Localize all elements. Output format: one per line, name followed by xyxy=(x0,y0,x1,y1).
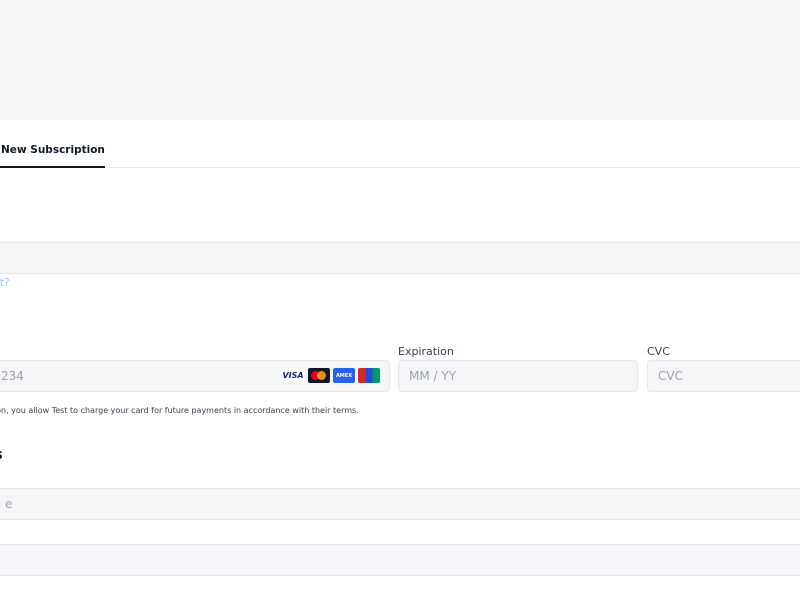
terms-text: ormation, you allow Test to charge your … xyxy=(0,406,359,415)
cvc-input[interactable] xyxy=(647,360,800,392)
help-link[interactable]: est? xyxy=(0,277,10,289)
amex-icon: AMEX xyxy=(333,368,355,383)
header-band xyxy=(0,0,800,120)
unionpay-icon xyxy=(358,368,380,383)
name-field[interactable] xyxy=(0,488,800,520)
cvc-label: CVC xyxy=(647,345,670,358)
email-field[interactable] xyxy=(0,242,800,274)
card-brands: VISA AMEX xyxy=(281,368,380,383)
card-number-group: VISA AMEX xyxy=(0,360,390,392)
expiration-input[interactable] xyxy=(398,360,638,392)
mastercard-icon xyxy=(308,368,330,383)
tab-new-subscription[interactable]: New Subscription xyxy=(0,144,105,168)
visa-icon: VISA xyxy=(281,368,305,383)
tab-bar: New Subscription xyxy=(0,120,800,168)
expiration-label: Expiration xyxy=(398,345,454,358)
address-line-field[interactable] xyxy=(0,544,800,576)
address-section-title: ss xyxy=(0,447,3,463)
